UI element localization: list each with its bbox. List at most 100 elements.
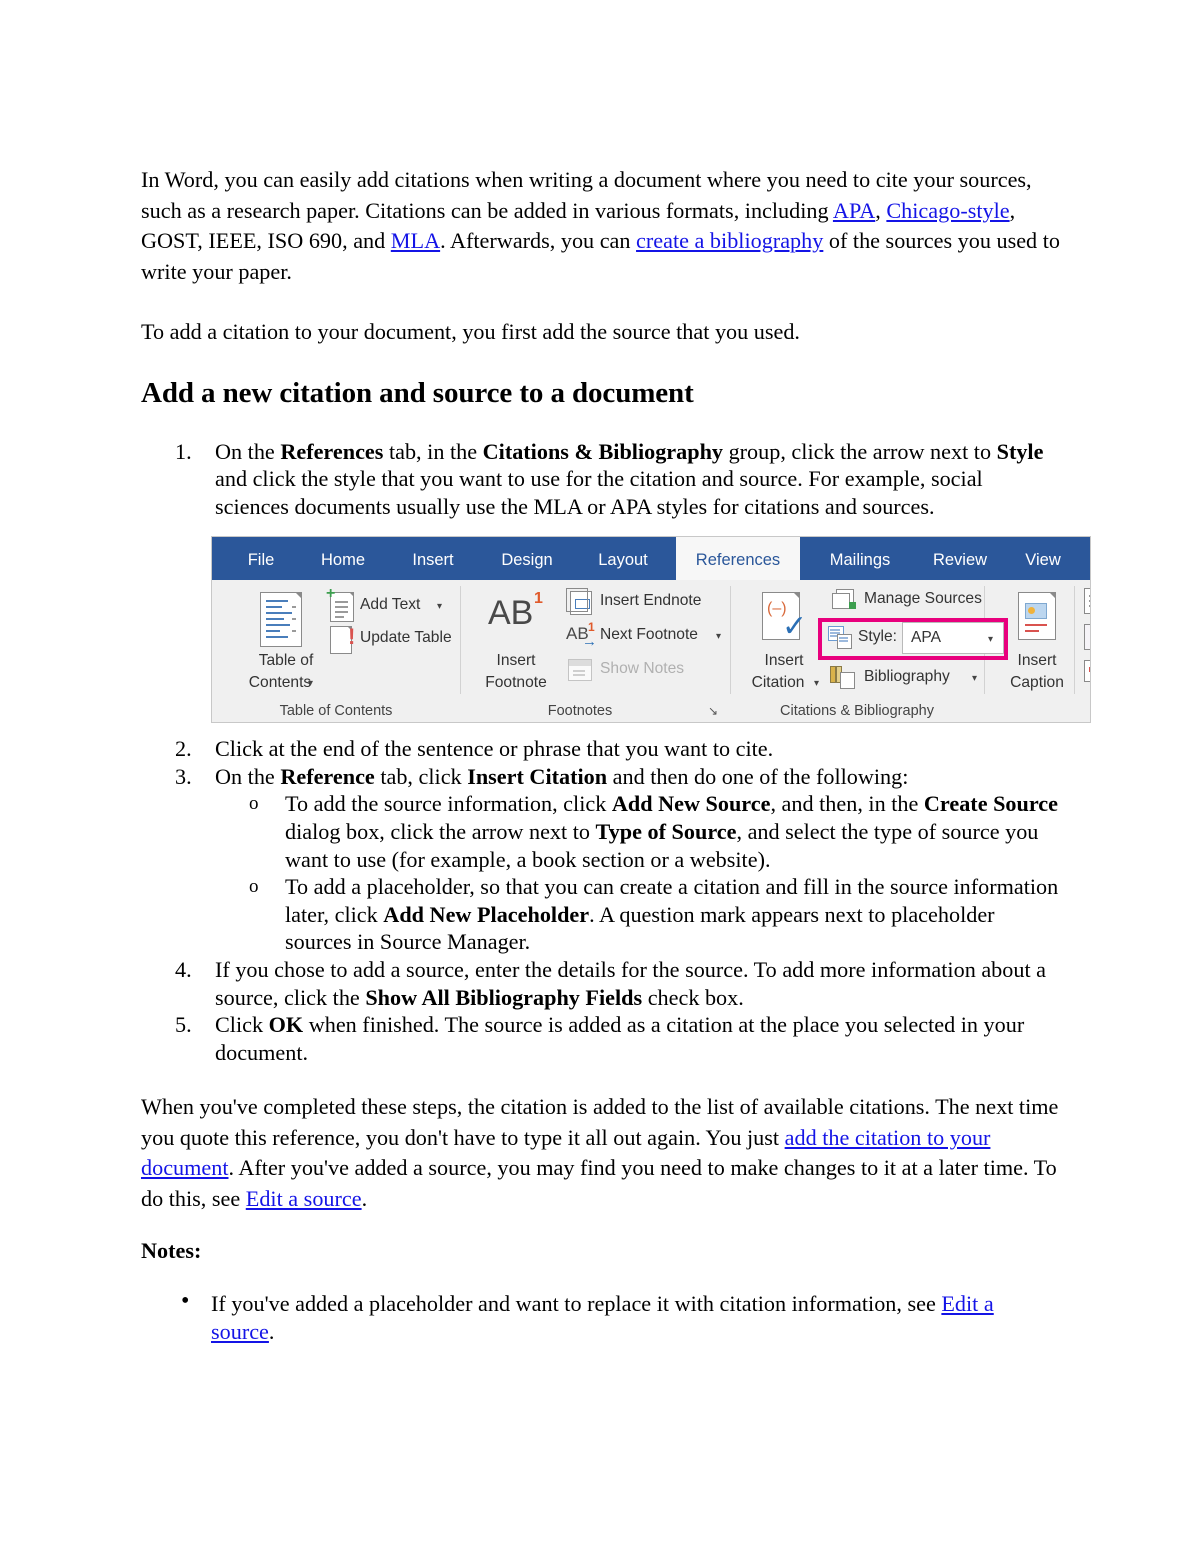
link-chicago-style[interactable]: Chicago-style xyxy=(886,198,1009,223)
bibliography-icon xyxy=(830,666,856,690)
next-footnote-button[interactable]: AB 1 → Next Footnote ▾ xyxy=(560,620,740,652)
update-table-button[interactable]: ! Update Table xyxy=(324,624,464,656)
group-label-footnotes: Footnotes xyxy=(547,703,613,719)
style-dropdown[interactable]: APA ▾ xyxy=(902,622,1004,654)
chevron-down-icon[interactable]: ▾ xyxy=(988,634,993,645)
chevron-down-icon[interactable]: ▾ xyxy=(716,631,721,642)
show-notes-label: Show Notes xyxy=(600,660,685,677)
step-text-run: Add New Source xyxy=(611,791,771,817)
step-text-run: To add the source information, click xyxy=(285,791,612,817)
step-text-run: dialog box, click the arrow next to xyxy=(285,819,596,845)
step-text-run: Type of Source xyxy=(595,819,737,845)
link-create-a-bibliography[interactable]: create a bibliography xyxy=(636,228,823,253)
document-page: In Word, you can easily add citations wh… xyxy=(0,0,1200,1553)
step-text-run: OK xyxy=(268,1012,304,1038)
step-text-run: tab, click xyxy=(374,763,468,789)
tab-references[interactable]: References xyxy=(676,537,800,580)
footnotes-dialog-launcher-icon[interactable]: ↘ xyxy=(708,704,718,718)
tab-file[interactable]: File xyxy=(230,537,292,580)
second-paragraph: To add a citation to your document, you … xyxy=(141,319,800,344)
tab-label: View xyxy=(1025,551,1061,569)
insert-caption-button[interactable]: Insert Caption xyxy=(1000,590,1074,700)
style-label: Style: xyxy=(858,628,897,645)
tab-label: Design xyxy=(501,551,553,569)
link-mla[interactable]: MLA xyxy=(391,228,440,253)
step-text-run: Insert Citation xyxy=(467,763,608,789)
link-edit-a-source-1[interactable]: Edit a source xyxy=(246,1186,362,1211)
insert-footnote-label-line2: Footnote xyxy=(485,674,547,691)
doc-icon xyxy=(1084,660,1090,682)
manage-sources-label: Manage Sources xyxy=(864,590,982,607)
doc-icon xyxy=(1084,624,1090,650)
notes-list: If you've added a placeholder and want t… xyxy=(141,1288,1061,1345)
tab-label: Mailings xyxy=(829,551,891,569)
add-text-label: Add Text xyxy=(360,596,421,613)
ribbon-tab-bar: File Home Insert Design Layout Reference… xyxy=(212,537,1090,580)
word-ribbon-screenshot: File Home Insert Design Layout Reference… xyxy=(211,536,1091,723)
table-of-contents-icon xyxy=(260,592,302,647)
chevron-down-icon[interactable]: ▾ xyxy=(972,673,977,684)
tab-mailings[interactable]: Mailings xyxy=(812,537,908,580)
chevron-down-icon[interactable]: ▾ xyxy=(308,678,313,689)
add-text-button[interactable]: + Add Text ▾ xyxy=(324,585,454,622)
insert-endnote-icon-back xyxy=(566,588,588,612)
closing-text-3: . xyxy=(361,1185,368,1211)
insert-footnote-button[interactable]: AB 1 Insert Footnote xyxy=(474,590,558,700)
tab-review[interactable]: Review xyxy=(918,537,1002,580)
list-item: On the References tab, in the Citations … xyxy=(141,438,1061,521)
step-text-run: On the xyxy=(215,763,281,789)
plus-badge-icon: + xyxy=(326,585,336,602)
step-text-run: group, click the arrow next to xyxy=(723,438,997,464)
table-of-contents-button[interactable]: Table of Contents ▾ xyxy=(242,590,318,700)
style-control[interactable]: Style: APA ▾ xyxy=(824,622,1004,656)
update-table-label: Update Table xyxy=(360,629,452,646)
tab-label: Layout xyxy=(598,551,648,569)
page-heading: Add a new citation and source to a docum… xyxy=(141,376,694,409)
doc-fold-icon xyxy=(349,592,354,597)
step-text-run: Click xyxy=(215,1012,269,1038)
insert-table-of-figures-icon[interactable] xyxy=(1084,588,1090,614)
step-text-run: Show All Bibliography Fields xyxy=(365,984,643,1010)
show-notes-icon xyxy=(568,659,592,681)
update-table-figures-icon[interactable] xyxy=(1084,660,1090,686)
tab-home[interactable]: Home xyxy=(304,537,382,580)
link-apa[interactable]: APA xyxy=(833,198,875,223)
tab-insert[interactable]: Insert xyxy=(396,537,470,580)
steps-list-part1: On the References tab, in the Citations … xyxy=(141,438,1061,521)
tab-design[interactable]: Design xyxy=(484,537,570,580)
next-footnote-label: Next Footnote xyxy=(600,626,698,643)
insert-caption-label-line1: Insert xyxy=(1017,652,1057,669)
intro-text-4: . Afterwards, you can xyxy=(440,228,637,253)
doc-fold-icon xyxy=(295,592,302,599)
notes-label: Notes: xyxy=(141,1238,202,1264)
step-text-run: check box. xyxy=(642,984,744,1010)
insert-footnote-label-line1: Insert xyxy=(496,652,536,669)
step-text-run: Citations & Bibliography xyxy=(482,438,724,464)
step-text-run: References xyxy=(280,438,384,464)
insert-cross-reference-icon[interactable] xyxy=(1084,624,1090,650)
document-content: In Word, you can easily add citations wh… xyxy=(141,165,1061,1346)
table-of-contents-label-line1: Table of xyxy=(258,652,314,669)
manage-sources-icon xyxy=(832,589,856,611)
ab-glyph-icon: AB xyxy=(488,594,534,632)
tab-label: Review xyxy=(932,551,988,569)
tab-view[interactable]: View xyxy=(1012,537,1074,580)
chevron-down-icon[interactable]: ▾ xyxy=(437,601,442,612)
step-text-run: when finished. The source is added as a … xyxy=(215,1012,1025,1065)
insert-caption-icon xyxy=(1018,592,1056,640)
insert-citation-button[interactable]: (–) ✓ Insert Citation ▾ xyxy=(740,590,828,700)
step-text-run: Click at the end of the sentence or phra… xyxy=(215,736,774,762)
insert-endnote-button[interactable]: Insert Endnote xyxy=(560,588,730,618)
checkmark-icon: ✓ xyxy=(782,610,808,643)
doc-icon xyxy=(1084,588,1090,614)
manage-sources-button[interactable]: Manage Sources xyxy=(824,586,984,616)
tab-label: References xyxy=(695,551,781,569)
chevron-down-icon[interactable]: ▾ xyxy=(814,678,819,689)
tab-layout[interactable]: Layout xyxy=(582,537,664,580)
list-item: To add a placeholder, so that you can cr… xyxy=(215,873,1061,956)
bibliography-button[interactable]: Bibliography ▾ xyxy=(824,664,984,694)
list-item: If you chose to add a source, enter the … xyxy=(141,956,1061,1011)
group-label-citations-bibliography: Citations & Bibliography xyxy=(780,703,934,719)
